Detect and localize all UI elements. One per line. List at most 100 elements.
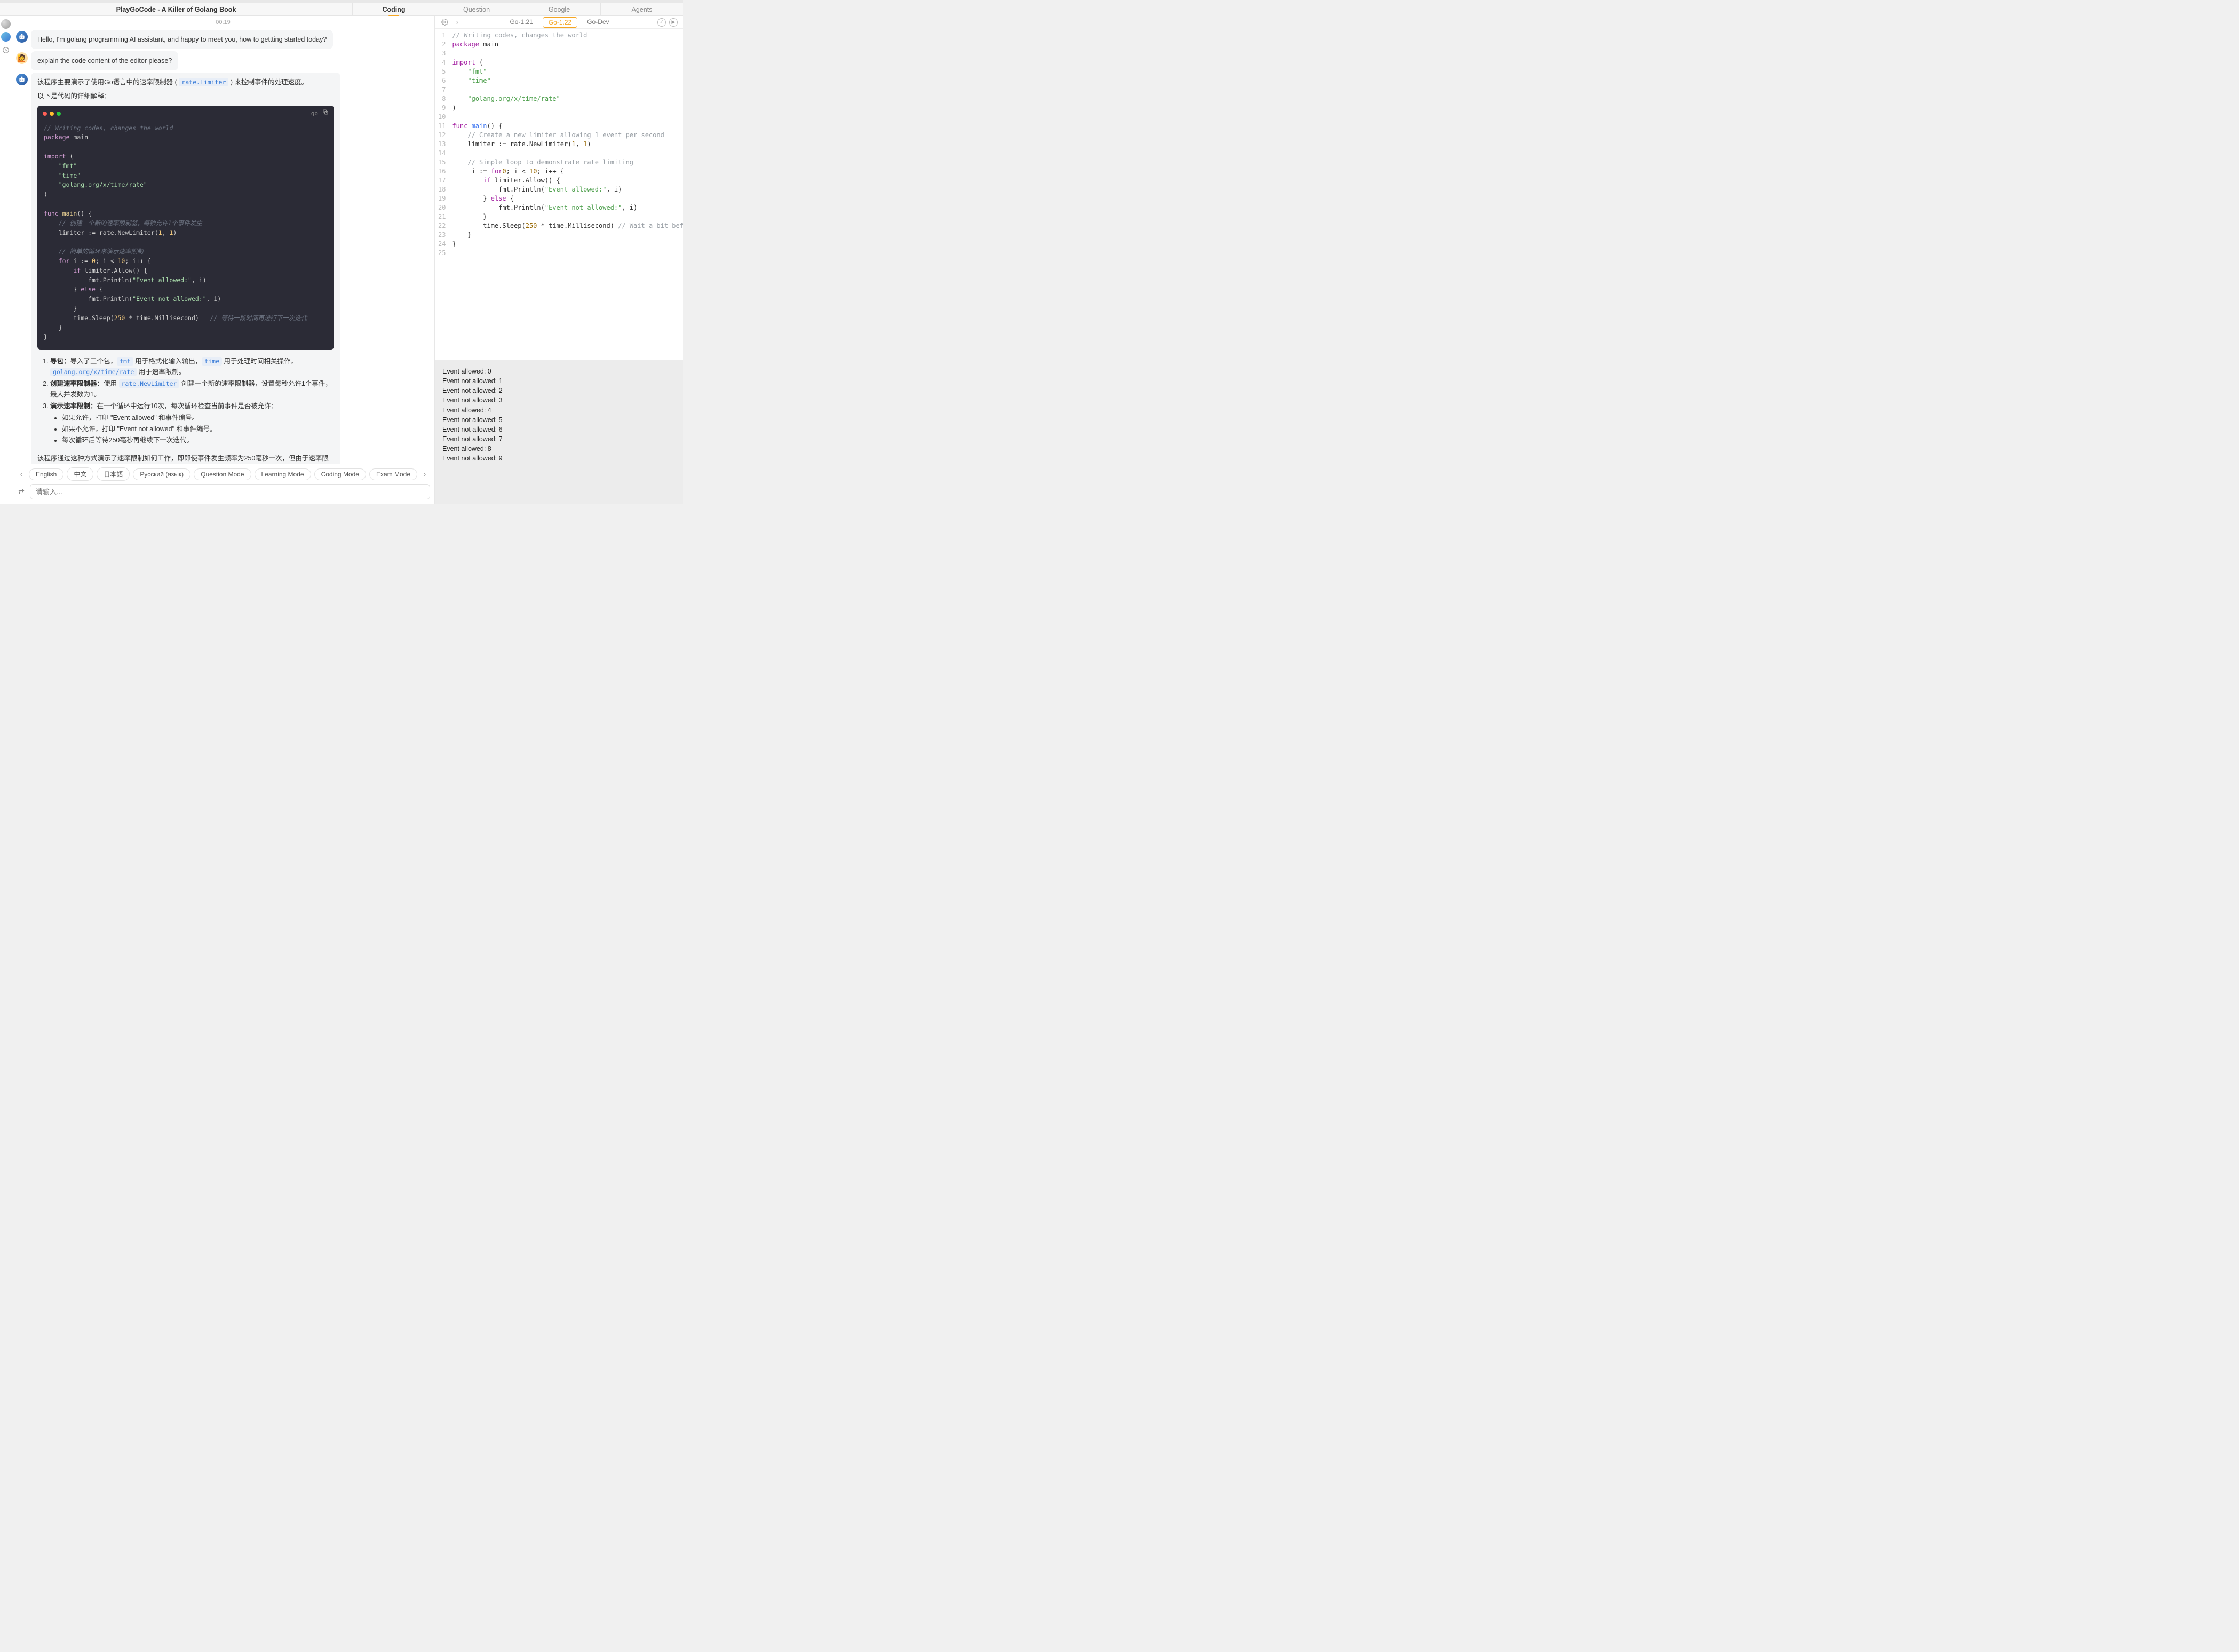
sidebar-avatar-1[interactable]	[1, 19, 11, 29]
chat-scroll[interactable]: Hello, I'm golang programming AI assista…	[12, 28, 434, 464]
editor-line: )	[452, 104, 683, 113]
explain-intro: 该程序主要演示了使用Go语言中的速率限制器 ( rate.Limiter ) 来…	[37, 77, 334, 88]
line-number: 18	[438, 185, 446, 194]
dot-min-icon	[50, 112, 54, 116]
bot-avatar	[16, 74, 28, 85]
version-tabs: Go-1.21 Go-1.22 Go-Dev	[504, 17, 614, 28]
code-token: }	[44, 333, 47, 340]
app-window: PlayGoCode - A Killer of Golang Book Cod…	[0, 0, 683, 504]
chevron-right-icon[interactable]: ›	[453, 18, 462, 27]
text: 使用	[104, 380, 118, 387]
output-line: Event not allowed: 2	[442, 386, 676, 395]
editor-line	[452, 49, 683, 58]
code-token: time.Sleep(	[44, 314, 114, 322]
line-number: 4	[438, 58, 446, 67]
chip-learning-mode[interactable]: Learning Mode	[255, 468, 311, 480]
output-line: Event allowed: 0	[442, 367, 676, 376]
item-title: 创建速率限制器：	[50, 380, 104, 387]
line-number: 3	[438, 49, 446, 58]
line-number: 17	[438, 176, 446, 185]
code-token: "fmt"	[44, 162, 77, 170]
line-number: 25	[438, 249, 446, 258]
chip-question-mode[interactable]: Question Mode	[194, 468, 251, 480]
editor-line: // Create a new limiter allowing 1 event…	[452, 131, 683, 140]
chevron-right-icon[interactable]: ›	[420, 470, 429, 479]
editor-toolbar: › Go-1.21 Go-1.22 Go-Dev ✓ ▶	[435, 16, 683, 29]
code-editor[interactable]: 1234567891011121314151617181920212223242…	[435, 29, 683, 360]
code-token: fmt.Println(	[44, 276, 132, 284]
text: 该程序主要演示了使用Go语言中的速率限制器 (	[37, 78, 179, 86]
version-tab-godev[interactable]: Go-Dev	[582, 17, 614, 28]
editor-line: "fmt"	[452, 67, 683, 76]
code-token: () {	[77, 210, 92, 217]
editor-line: // Writing codes, changes the world	[452, 31, 683, 40]
chip-chinese[interactable]: 中文	[67, 467, 93, 481]
app-title: PlayGoCode - A Killer of Golang Book	[0, 3, 352, 15]
item-title: 演示速率限制：	[50, 402, 97, 410]
editor-line	[452, 85, 683, 94]
copy-icon[interactable]	[322, 109, 329, 118]
text: 用于处理时间相关操作，	[222, 358, 297, 365]
header-tabs: Coding Question Google Agents	[352, 3, 683, 15]
chat-timestamp: 00:19	[12, 16, 434, 28]
code-token: for	[44, 257, 69, 265]
editor-line: fmt.Println("Event not allowed:", i)	[452, 203, 683, 212]
chip-english[interactable]: English	[29, 468, 63, 480]
code-token: )	[173, 229, 177, 236]
inline-code: golang.org/x/time/rate	[50, 368, 137, 376]
tab-question[interactable]: Question	[435, 3, 518, 15]
code-token: , i)	[207, 295, 221, 303]
editor-line: if limiter.Allow() {	[452, 176, 683, 185]
input-row: ⇄	[12, 484, 434, 504]
editor-line: fmt.Println("Event allowed:", i)	[452, 185, 683, 194]
code-area[interactable]: // Writing codes, changes the worldpacka…	[450, 29, 683, 360]
chat-column: 00:19 Hello, I'm golang programming AI a…	[12, 16, 434, 504]
toggle-panel-icon[interactable]: ⇄	[16, 487, 27, 496]
inline-code: rate.Limiter	[179, 78, 228, 86]
code-token: ; i <	[96, 257, 118, 265]
bot-avatar	[16, 31, 28, 43]
message-row: 🙋 explain the code content of the editor…	[16, 51, 430, 70]
editor-line: time.Sleep(250 * time.Millisecond) // Wa…	[452, 221, 683, 231]
tab-agents[interactable]: Agents	[600, 3, 683, 15]
line-number: 10	[438, 113, 446, 122]
chevron-left-icon[interactable]: ‹	[17, 470, 26, 479]
run-icon[interactable]: ▶	[669, 18, 678, 27]
tab-coding[interactable]: Coding	[352, 3, 435, 15]
header: PlayGoCode - A Killer of Golang Book Cod…	[0, 3, 683, 16]
code-token: main	[69, 133, 88, 141]
sub-list: 如果允许，打印 "Event allowed" 和事件编号。 如果不允许，打印 …	[62, 412, 334, 446]
code-token: * time.Millisecond)	[125, 314, 210, 322]
chat-input[interactable]	[30, 484, 430, 499]
line-number: 9	[438, 104, 446, 113]
code-token: package	[44, 133, 69, 141]
chip-coding-mode[interactable]: Coding Mode	[314, 468, 366, 480]
editor-line: }	[452, 212, 683, 221]
version-tab-go121[interactable]: Go-1.21	[504, 17, 538, 28]
check-icon[interactable]: ✓	[657, 18, 666, 27]
code-token: i :=	[69, 257, 92, 265]
editor-column: › Go-1.21 Go-1.22 Go-Dev ✓ ▶ 12345678910…	[434, 16, 683, 504]
history-icon[interactable]	[2, 46, 10, 54]
chip-japanese[interactable]: 日本語	[97, 467, 130, 481]
code-header-right: go	[311, 109, 329, 118]
code-token: else	[81, 285, 96, 293]
code-token: 0	[92, 257, 96, 265]
line-number: 23	[438, 231, 446, 240]
line-number: 8	[438, 94, 446, 104]
code-token: , i)	[192, 276, 207, 284]
code-token: limiter.Allow() {	[81, 267, 147, 274]
line-number: 5	[438, 67, 446, 76]
chip-exam-mode[interactable]: Exam Mode	[369, 468, 417, 480]
output-line: Event not allowed: 7	[442, 434, 676, 444]
line-gutter: 1234567891011121314151617181920212223242…	[435, 29, 450, 360]
version-tab-go122[interactable]: Go-1.22	[543, 17, 577, 28]
code-token: if	[44, 267, 81, 274]
editor-line: i := for0; i < 10; i++ {	[452, 167, 683, 176]
chip-russian[interactable]: Русский (язык)	[133, 468, 190, 480]
explain-intro2: 以下是代码的详细解释：	[37, 91, 334, 101]
code-body: // Writing codes, changes the world pack…	[37, 122, 334, 350]
settings-icon[interactable]	[440, 18, 449, 27]
sidebar-avatar-2[interactable]	[1, 32, 11, 42]
tab-google[interactable]: Google	[518, 3, 600, 15]
